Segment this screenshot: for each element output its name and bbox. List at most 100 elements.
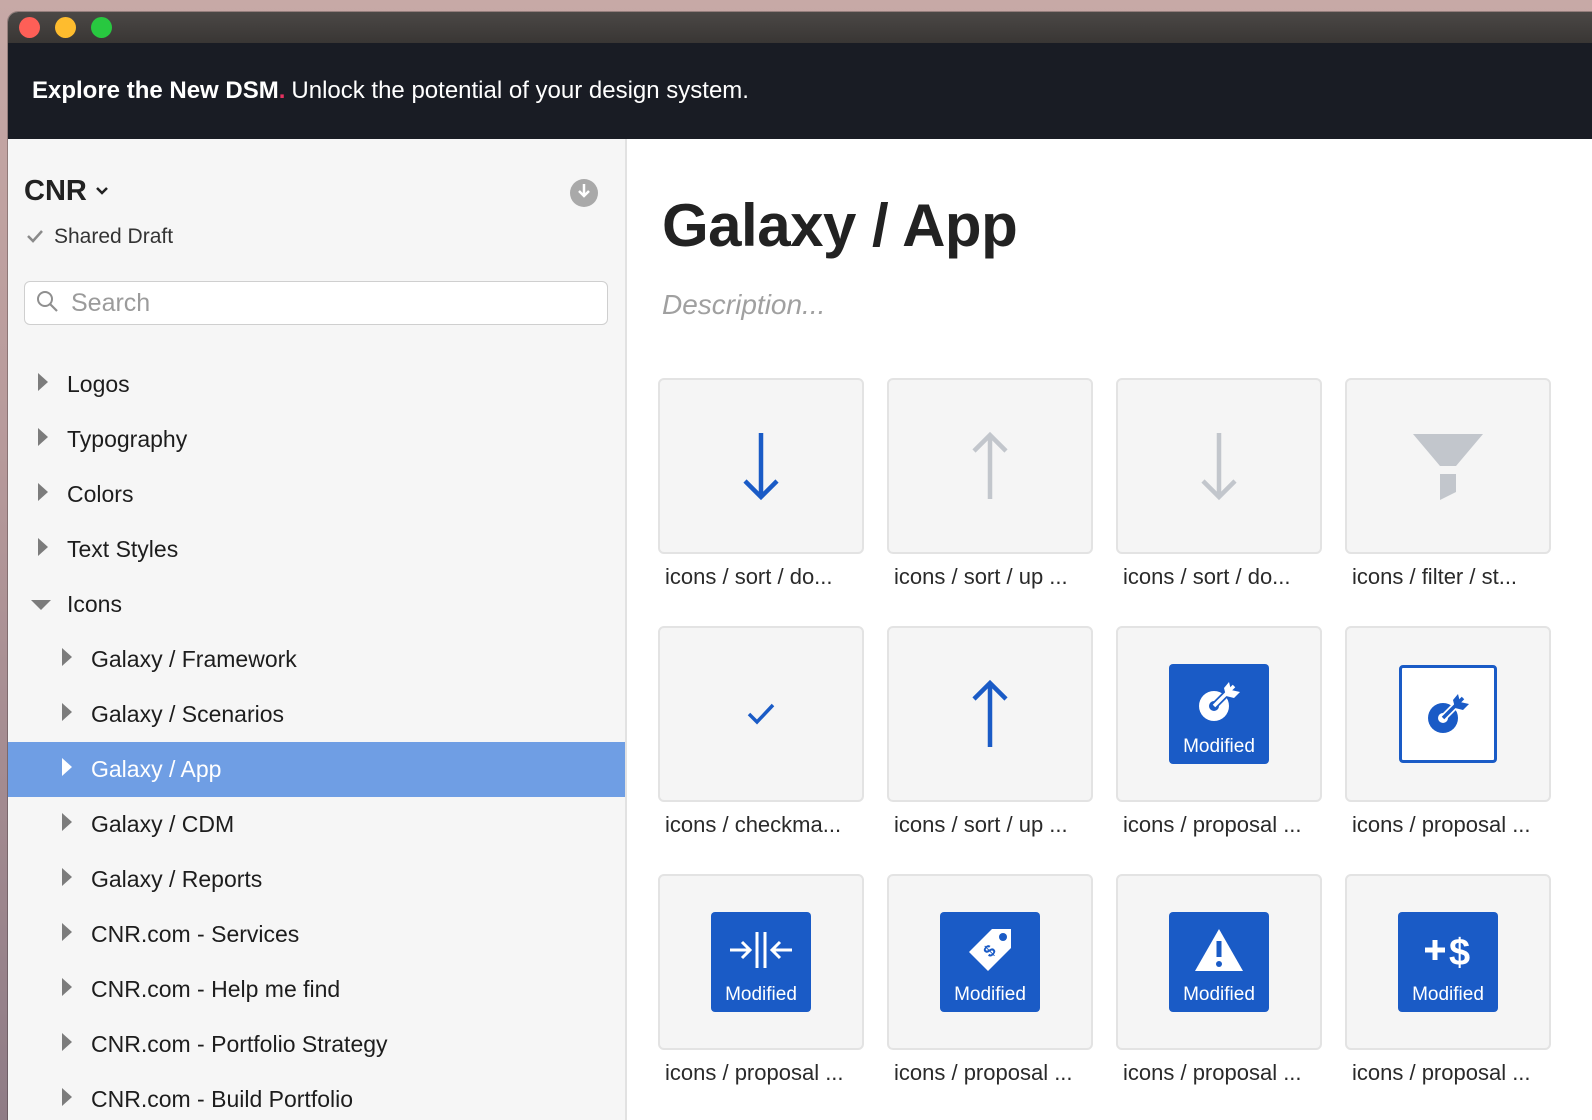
tree-item[interactable]: Galaxy / Scenarios (8, 687, 625, 742)
arrow-up-light-icon (970, 429, 1010, 503)
tree-item[interactable]: CNR.com - Help me find (8, 962, 625, 1017)
icon-preview[interactable]: Modified (1116, 626, 1322, 802)
download-button[interactable] (570, 179, 598, 207)
icon-card[interactable]: icons / sort / up ... (887, 626, 1093, 838)
modified-badge: Modified (725, 984, 797, 1005)
icon-card[interactable]: Modified icons / proposal ... (658, 874, 864, 1086)
proposal-target-outline-icon (1399, 665, 1497, 763)
icon-caption: icons / proposal ... (665, 1060, 844, 1085)
tree-item[interactable]: Galaxy / Framework (8, 632, 625, 687)
icon-preview[interactable] (887, 626, 1093, 802)
tree-item[interactable]: Logos (8, 357, 625, 412)
minimize-window-button[interactable] (55, 17, 76, 38)
tree-item[interactable]: Galaxy / Reports (8, 852, 625, 907)
tree-item[interactable]: CNR.com - Build Portfolio (8, 1072, 625, 1120)
icon-preview[interactable]: Modified (658, 874, 864, 1050)
icon-card[interactable]: icons / proposal ... (1345, 626, 1551, 838)
icon-card[interactable]: icons / sort / up ... (887, 378, 1093, 590)
disclosure-expanded-icon[interactable] (30, 591, 52, 618)
modified-icon-tile: Modified (1169, 664, 1269, 764)
main-content: Galaxy / App Description... icons / sort… (627, 139, 1592, 1120)
chevron-down-icon (95, 183, 109, 201)
tree-item[interactable]: Text Styles (8, 522, 625, 577)
tree-item-label: Galaxy / Reports (91, 866, 263, 892)
close-window-button[interactable] (19, 17, 40, 38)
modified-icon-tile: $ Modified (940, 912, 1040, 1012)
icon-preview[interactable]: Modified (1116, 874, 1322, 1050)
disclosure-collapsed-icon[interactable] (36, 426, 50, 453)
tree-item[interactable]: Typography (8, 412, 625, 467)
icon-caption: icons / checkma... (665, 812, 842, 837)
icon-caption: icons / proposal ... (1352, 1060, 1531, 1085)
disclosure-collapsed-icon[interactable] (60, 646, 74, 673)
tree-item[interactable]: Galaxy / CDM (8, 797, 625, 852)
download-arrow-icon (576, 182, 592, 205)
project-switcher[interactable]: CNR (24, 175, 109, 208)
icon-preview[interactable] (887, 378, 1093, 554)
tree-item[interactable]: Colors (8, 467, 625, 522)
icon-preview[interactable] (658, 626, 864, 802)
page-title[interactable]: Galaxy / App (662, 191, 1018, 260)
icon-preview[interactable]: $ Modified (1345, 874, 1551, 1050)
icon-preview[interactable] (1345, 626, 1551, 802)
modified-icon-tile: $ Modified (1398, 912, 1498, 1012)
disclosure-collapsed-icon[interactable] (60, 921, 74, 948)
tree-item-label: Galaxy / CDM (91, 811, 235, 837)
zoom-window-button[interactable] (91, 17, 112, 38)
arrow-up-icon (970, 677, 1010, 751)
promo-banner[interactable]: Explore the New DSM. Unlock the potential… (8, 43, 1592, 139)
disclosure-collapsed-icon[interactable] (60, 1031, 74, 1058)
icon-card[interactable]: $ Modified icons / proposal ... (887, 874, 1093, 1086)
tree-item[interactable]: CNR.com - Portfolio Strategy (8, 1017, 625, 1072)
disclosure-collapsed-icon[interactable] (36, 536, 50, 563)
modified-badge: Modified (1183, 984, 1255, 1005)
disclosure-collapsed-icon[interactable] (60, 756, 74, 783)
title-bar (8, 12, 1592, 43)
icon-caption: icons / sort / do... (665, 564, 833, 589)
icon-preview[interactable] (658, 378, 864, 554)
arrow-down-icon (741, 429, 781, 503)
disclosure-collapsed-icon[interactable] (60, 701, 74, 728)
tree-item-label: Galaxy / Framework (91, 646, 297, 672)
tree-item[interactable]: CNR.com - Services (8, 907, 625, 962)
icon-card[interactable]: icons / filter / st... (1345, 378, 1551, 590)
search-box[interactable] (24, 281, 608, 325)
icon-card[interactable]: icons / checkma... (658, 626, 864, 838)
icon-card[interactable]: icons / sort / do... (1116, 378, 1322, 590)
tree-item-label: CNR.com - Build Portfolio (91, 1086, 354, 1112)
disclosure-collapsed-icon[interactable] (36, 371, 50, 398)
description-field[interactable]: Description... (662, 289, 825, 321)
disclosure-collapsed-icon[interactable] (60, 866, 74, 893)
icon-card[interactable]: Modified icons / proposal ... (1116, 626, 1322, 838)
icon-caption: icons / filter / st... (1352, 564, 1518, 589)
proposal-merge-icon (728, 926, 794, 974)
search-input[interactable] (69, 287, 573, 319)
app-window: Explore the New DSM. Unlock the potential… (8, 12, 1592, 1120)
icon-card[interactable]: icons / sort / do... (658, 378, 864, 590)
tree-item-label: Galaxy / Scenarios (91, 701, 285, 727)
tree-item-label: Logos (67, 371, 130, 397)
disclosure-collapsed-icon[interactable] (60, 1086, 74, 1113)
tree-item-label: CNR.com - Help me find (91, 976, 341, 1002)
disclosure-collapsed-icon[interactable] (60, 811, 74, 838)
tree-item-label: Icons (67, 591, 122, 617)
icon-card[interactable]: Modified icons / proposal ... (1116, 874, 1322, 1086)
tree-item[interactable]: Galaxy / App (8, 742, 625, 797)
icon-caption: icons / proposal ... (1123, 1060, 1302, 1085)
sidebar: CNR Shared Draft Logos Typography Colors Te… (8, 139, 627, 1120)
tree-item-label: CNR.com - Portfolio Strategy (91, 1031, 388, 1057)
banner-headline: Explore the New DSM (32, 77, 279, 104)
icon-preview[interactable] (1116, 378, 1322, 554)
modified-icon-tile: Modified (1169, 912, 1269, 1012)
draft-status-label: Shared Draft (54, 225, 174, 248)
tree-item[interactable]: Icons (8, 577, 625, 632)
tree-item-label: Text Styles (67, 536, 179, 562)
icon-preview[interactable]: $ Modified (887, 874, 1093, 1050)
tree-item-label: Typography (67, 426, 188, 452)
icon-card[interactable]: $ Modified icons / proposal ... (1345, 874, 1551, 1086)
icon-preview[interactable] (1345, 378, 1551, 554)
modified-badge: Modified (1183, 736, 1255, 757)
proposal-add-dollar-icon: $ (1422, 926, 1474, 974)
disclosure-collapsed-icon[interactable] (36, 481, 50, 508)
disclosure-collapsed-icon[interactable] (60, 976, 74, 1003)
